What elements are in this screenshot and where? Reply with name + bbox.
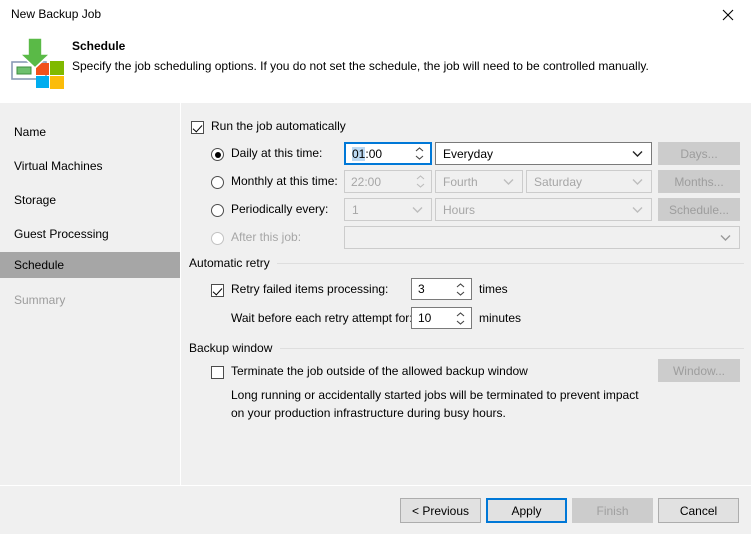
chevron-up-icon [416,175,425,180]
page-description: Specify the job scheduling options. If y… [72,59,649,73]
wait-minutes-spin-arrows[interactable] [454,308,467,328]
after-this-job-chevron [720,234,731,241]
retry-times-spin-arrows[interactable] [454,279,467,299]
sidebar-item-schedule[interactable]: Schedule [0,252,180,278]
close-icon [722,9,734,21]
chevron-down-icon [416,183,425,188]
sidebar-item-storage[interactable]: Storage [0,187,180,213]
schedule-settings-panel: Run the job automatically Daily at this … [181,103,751,485]
sidebar-item-virtual-machines[interactable]: Virtual Machines [0,153,180,179]
daily-time-hour: 01 [352,146,366,161]
monthly-time-spin-arrows [414,171,427,192]
daily-time-spinner[interactable]: 01:00 [344,142,432,165]
daily-mode-value: Everyday [443,146,494,161]
monthly-week-value: Fourth [443,174,478,189]
monthly-day-value: Saturday [534,174,583,189]
wizard-steps-sidebar: Name Virtual Machines Storage Guest Proc… [0,103,180,485]
wizard-header: Schedule Specify the job scheduling opti… [0,30,751,102]
monthly-day-combobox: Saturday [526,170,652,193]
backup-window-description-line1: Long running or accidentally started job… [231,388,639,402]
daily-time-value: 01:00 [352,146,383,161]
wait-minutes-value: 10 [418,311,432,325]
chevron-down-icon [456,291,465,296]
chevron-down-icon [503,178,514,185]
daily-label: Daily at this time: [231,146,323,160]
apply-button[interactable]: Apply [486,498,567,523]
window-button: Window... [658,359,740,382]
monthly-week-chevron [503,178,514,185]
after-this-job-combobox [344,226,740,249]
monthly-week-combobox: Fourth [435,170,523,193]
monthly-label: Monthly at this time: [231,174,338,188]
months-button: Months... [658,170,740,193]
terminate-outside-window-checkbox[interactable] [211,366,224,379]
run-automatically-checkbox[interactable] [191,121,204,134]
monthly-radio[interactable] [211,176,224,189]
wait-minutes-spinner[interactable]: 10 [411,307,472,329]
sidebar-item-summary: Summary [14,293,66,307]
terminate-outside-window-label: Terminate the job outside of the allowed… [231,364,528,378]
retry-times-spinner[interactable]: 3 [411,278,472,300]
daily-radio[interactable] [211,148,224,161]
close-button[interactable] [705,0,751,30]
daily-time-rest: :00 [365,146,383,161]
periodically-unit-value: Hours [443,202,476,217]
periodically-unit-combobox: Hours [435,198,652,221]
wizard-footer: < Previous Apply Finish Cancel [0,486,751,534]
chevron-down-icon [720,234,731,241]
daily-mode-combobox[interactable]: Everyday [435,142,652,165]
automatic-retry-group-line [277,263,744,264]
monthly-time-spinner: 22:00 [344,170,432,193]
retry-times-value: 3 [418,282,425,296]
chevron-down-icon [415,155,424,160]
title-bar: New Backup Job [0,0,751,30]
backup-window-group-label: Backup window [189,341,278,355]
periodically-interval-chevron [412,206,423,213]
chevron-up-icon [415,147,424,152]
chevron-up-icon [456,311,465,316]
schedule-button: Schedule... [658,198,740,221]
wait-before-retry-label: Wait before each retry attempt for: [231,311,413,325]
sidebar-item-name[interactable]: Name [0,119,180,145]
finish-button: Finish [572,498,653,523]
backup-window-description-line2: on your production infrastructure during… [231,406,506,420]
cancel-button[interactable]: Cancel [658,498,739,523]
retry-failed-items-label: Retry failed items processing: [231,282,389,296]
chevron-down-icon [632,150,643,157]
periodically-radio[interactable] [211,204,224,217]
daily-mode-chevron [632,150,643,157]
chevron-up-icon [456,282,465,287]
periodically-interval-combobox: 1 [344,198,432,221]
automatic-retry-group-label: Automatic retry [189,256,275,270]
after-this-job-label: After this job: [231,230,302,244]
chevron-down-icon [632,206,643,213]
chevron-down-icon [456,320,465,325]
page-title: Schedule [72,39,126,53]
window-title: New Backup Job [11,7,102,21]
retry-times-suffix: times [479,282,508,296]
monthly-day-chevron [632,178,643,185]
run-automatically-label: Run the job automatically [211,119,346,133]
previous-button[interactable]: < Previous [400,498,481,523]
monthly-time-value: 22:00 [351,174,382,189]
backup-job-icon [9,34,69,94]
backup-window-group-line [280,348,744,349]
chevron-down-icon [412,206,423,213]
periodically-label: Periodically every: [231,202,329,216]
retry-failed-items-checkbox[interactable] [211,284,224,297]
sidebar-item-guest-processing[interactable]: Guest Processing [0,221,180,247]
chevron-down-icon [632,178,643,185]
periodically-interval-value: 1 [352,202,359,217]
after-this-job-radio [211,232,224,245]
periodically-unit-chevron [632,206,643,213]
wait-minutes-suffix: minutes [479,311,522,325]
days-button: Days... [658,142,740,165]
daily-time-spin-arrows[interactable] [413,144,426,163]
